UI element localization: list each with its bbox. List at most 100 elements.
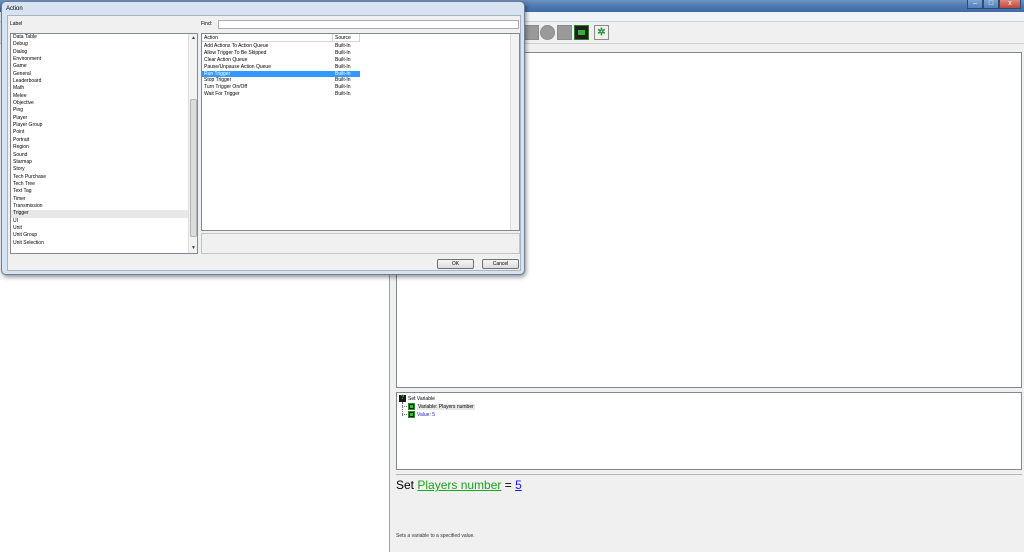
label-item[interactable]: Starmap xyxy=(11,159,197,166)
label-item[interactable]: Tech Tree xyxy=(11,181,197,188)
tree-node-variable[interactable]: Variable: Players number xyxy=(408,403,475,411)
action-name: Wait For Trigger xyxy=(204,91,240,98)
action-name: Pause/Unpause Action Queue xyxy=(204,63,271,70)
find-label: Find: xyxy=(201,21,213,27)
label-item[interactable]: Portrait xyxy=(11,137,197,144)
label-item[interactable]: Player Group xyxy=(11,122,197,129)
tree-node-label: Value: 5 xyxy=(417,411,435,418)
label-items: Data Table Debug Dialog Environment Game Gene… xyxy=(11,34,197,247)
label-item[interactable]: Environment xyxy=(11,56,197,63)
action-name: Add Actions To Action Queue xyxy=(204,43,269,49)
label-item[interactable]: Objective xyxy=(11,100,197,107)
action-tree-panel: ? Set Variable Variable: Players number V… xyxy=(396,392,1022,470)
tree-connector xyxy=(402,414,407,415)
action-source: Built-In xyxy=(335,63,351,70)
label-item[interactable]: Timer xyxy=(11,196,197,203)
label-item[interactable]: Text Tag xyxy=(11,188,197,195)
action-row[interactable]: Pause/Unpause Action Queue Built-In xyxy=(202,64,360,71)
label-item[interactable]: Unit Selection xyxy=(11,240,197,247)
parameter-icon xyxy=(408,403,415,410)
maximize-button[interactable]: □ xyxy=(983,0,999,9)
label-item[interactable]: UI xyxy=(11,218,197,225)
label-item[interactable]: Game xyxy=(11,63,197,70)
action-name: Run Trigger xyxy=(204,70,231,77)
label-item[interactable]: Debug xyxy=(11,41,197,48)
sentence-value-link[interactable]: 5 xyxy=(515,478,522,492)
action-source: Built-In xyxy=(335,70,351,77)
column-header-action[interactable]: Action xyxy=(202,34,333,42)
tree-node-value[interactable]: Value: 5 xyxy=(408,411,435,419)
label-item[interactable]: Data Table xyxy=(11,34,197,41)
action-name: Stop Trigger xyxy=(204,77,232,84)
label-item[interactable]: Sound xyxy=(11,152,197,159)
action-name: Turn Trigger On/Off xyxy=(204,84,248,91)
action-sentence: Set Players number = 5 xyxy=(396,478,522,492)
scroll-up-icon[interactable]: ▲ xyxy=(190,35,197,42)
toolbar-button-1[interactable] xyxy=(524,25,539,40)
label-item[interactable]: Trigger xyxy=(11,210,197,218)
tree-connector xyxy=(402,406,407,407)
label-item[interactable]: Tech Purchase xyxy=(11,174,197,181)
action-row[interactable]: Run Trigger Built-In xyxy=(202,70,360,78)
label-list[interactable]: Data Table Debug Dialog Environment Game Gene… xyxy=(10,33,198,254)
label-item[interactable]: Unit Group xyxy=(11,232,197,239)
action-dialog: Action Label Data Table Debug Dialog Enviro… xyxy=(1,1,525,275)
action-row[interactable]: Add Actions To Action Queue Built-In xyxy=(202,43,360,50)
label-item[interactable]: Region xyxy=(11,144,197,151)
sentence-variable-link[interactable]: Players number xyxy=(417,478,501,492)
action-source: Built-In xyxy=(335,84,351,91)
parameter-icon xyxy=(408,411,415,418)
sentence-prefix: Set xyxy=(396,478,415,492)
dna-icon[interactable]: ✲ xyxy=(594,25,609,40)
action-rows: Add Actions To Action Queue Built-In Allow… xyxy=(202,43,519,98)
action-row[interactable]: Allow Trigger To Be Skipped Built-In xyxy=(202,50,360,57)
action-row[interactable]: Wait For Trigger Built-In xyxy=(202,91,360,98)
action-row[interactable]: Stop Trigger Built-In xyxy=(202,77,360,84)
label-item[interactable]: Story xyxy=(11,166,197,173)
action-source: Built-In xyxy=(335,91,351,98)
question-icon: ? xyxy=(399,395,406,402)
action-description-area xyxy=(201,233,520,254)
column-header-source[interactable]: Source xyxy=(333,34,360,42)
action-source: Built-In xyxy=(335,77,351,84)
action-source: Built-In xyxy=(335,56,351,63)
ok-button[interactable]: OK xyxy=(437,259,474,269)
tree-node-label: Set Variable xyxy=(408,395,435,402)
find-input[interactable] xyxy=(218,20,519,29)
action-source: Built-In xyxy=(335,49,351,56)
label-item[interactable]: Player xyxy=(11,115,197,122)
action-row[interactable]: Clear Action Queue Built-In xyxy=(202,57,360,64)
action-list-scrollbar[interactable] xyxy=(510,34,519,230)
label-item[interactable]: Unit xyxy=(11,225,197,232)
minimize-button[interactable]: – xyxy=(967,0,983,9)
label-item[interactable]: Point xyxy=(11,129,197,136)
close-button[interactable]: x xyxy=(999,0,1021,9)
label-item[interactable]: Melee xyxy=(11,93,197,100)
label-item[interactable]: Dialog xyxy=(11,49,197,56)
sentence-equals: = xyxy=(504,478,512,492)
scroll-down-icon[interactable]: ▼ xyxy=(190,245,197,252)
label-item[interactable]: Leaderboard xyxy=(11,78,197,85)
tree-node-label: Variable: Players number xyxy=(417,403,475,410)
tree-node-set-variable[interactable]: ? Set Variable xyxy=(399,395,435,403)
sentence-panel: Set Players number = 5 Sets a variable t… xyxy=(396,474,1022,552)
label-list-scrollbar[interactable]: ▲ ▼ xyxy=(188,34,197,253)
action-list[interactable]: Action Source Add Actions To Action Queu… xyxy=(201,33,520,231)
label-item[interactable]: Math xyxy=(11,85,197,92)
action-name: Clear Action Queue xyxy=(204,56,248,63)
action-row[interactable]: Turn Trigger On/Off Built-In xyxy=(202,84,360,91)
toolbar-variable-button[interactable] xyxy=(574,25,589,40)
cancel-button[interactable]: Cancel xyxy=(482,259,519,269)
label-item[interactable]: Transmission xyxy=(11,203,197,210)
dialog-title: Action xyxy=(6,6,23,12)
action-name: Allow Trigger To Be Skipped xyxy=(204,49,267,56)
label-item[interactable]: General xyxy=(11,71,197,78)
label-header: Label xyxy=(10,21,23,27)
sentence-description: Sets a variable to a specified value. xyxy=(396,533,475,539)
label-item[interactable]: Ping xyxy=(11,107,197,114)
dialog-body: Label Data Table Debug Dialog Environment Ga… xyxy=(7,15,521,271)
action-source: Built-In xyxy=(335,43,351,49)
toolbar-record-button[interactable] xyxy=(540,25,555,40)
toolbar-button-3[interactable] xyxy=(557,25,572,40)
scroll-thumb[interactable] xyxy=(190,99,197,237)
